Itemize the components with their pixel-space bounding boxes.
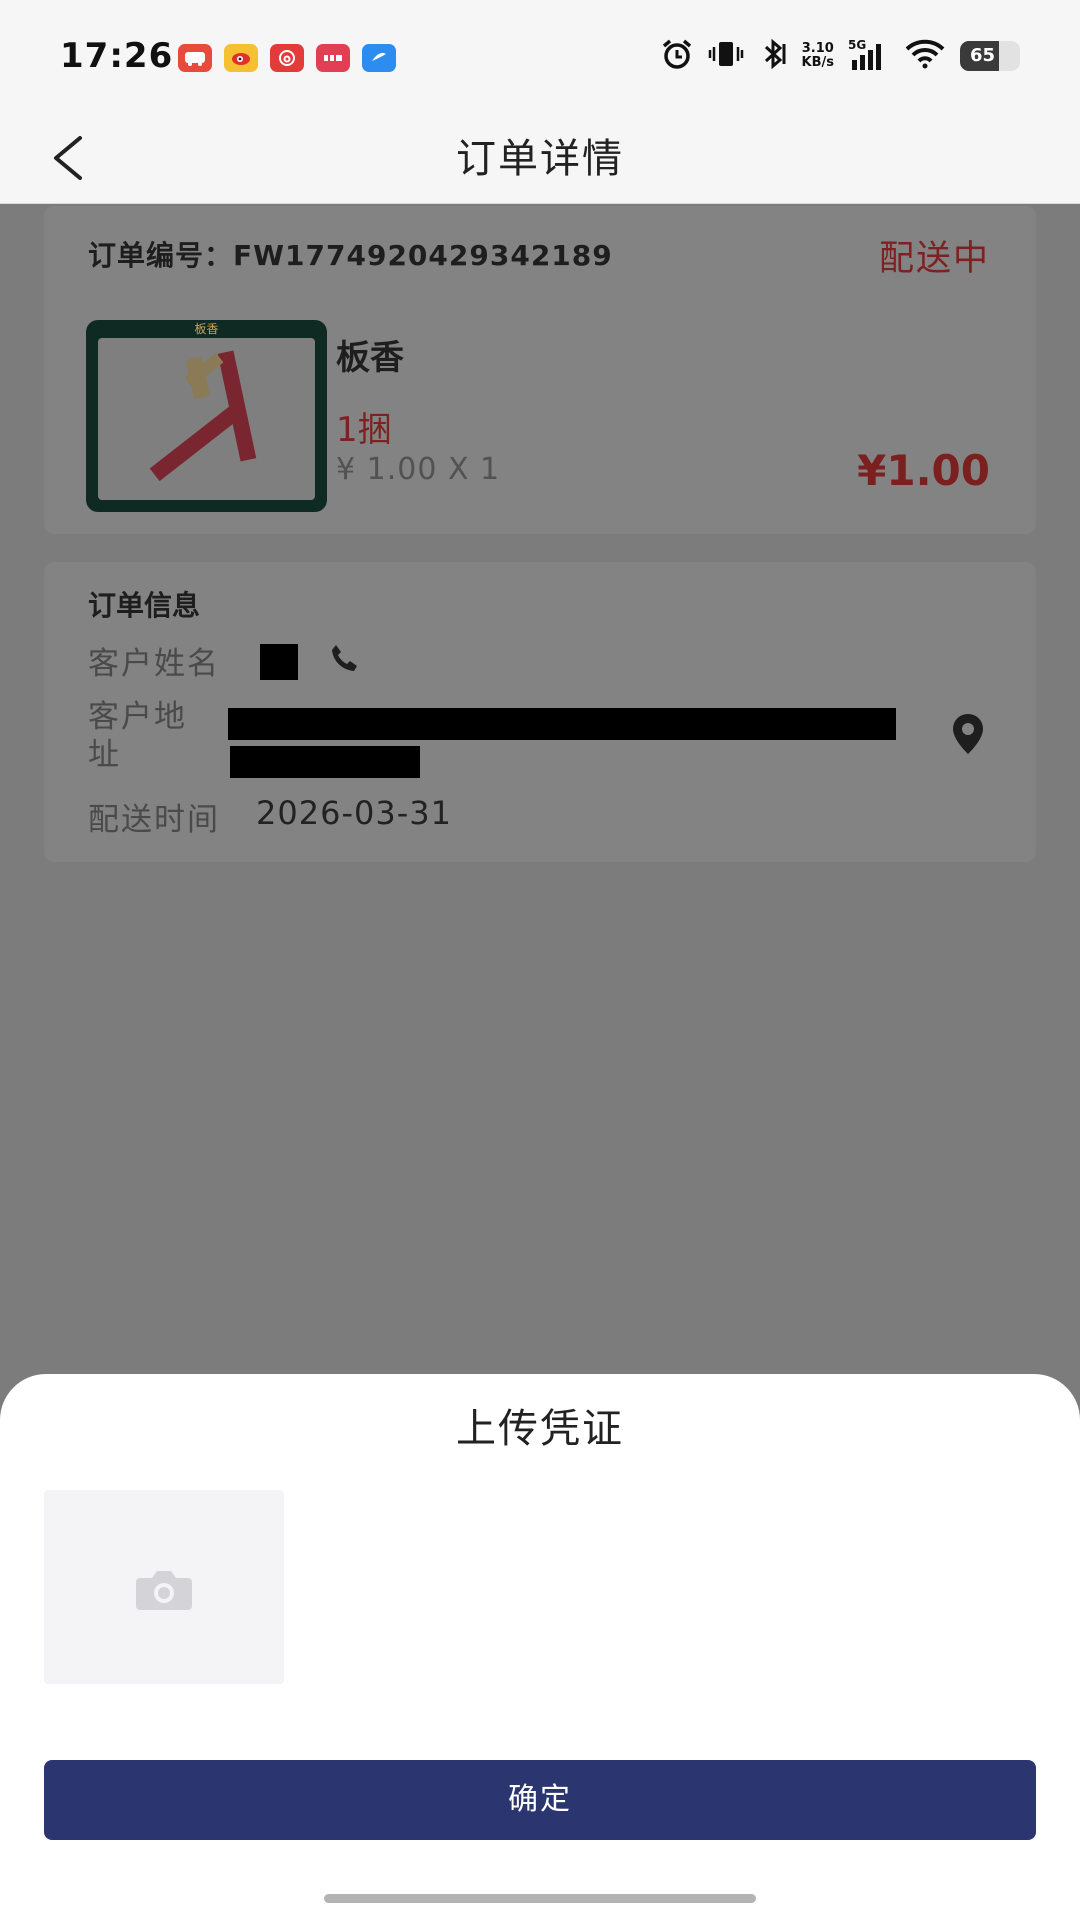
network-speed-unit: KB/s	[801, 55, 834, 70]
customer-address-redacted-line-1	[228, 708, 896, 740]
customer-name-label: 客户姓名	[88, 646, 220, 682]
order-number-label: 订单编号：	[88, 239, 234, 272]
news-app-icon	[316, 44, 350, 72]
phone-icon[interactable]	[328, 642, 362, 676]
system-icons: 3.10 KB/s 5G 65	[660, 38, 1020, 74]
vibrate-icon	[708, 39, 744, 73]
customer-address-label: 客户地址	[88, 699, 187, 773]
order-number: 订单编号：FW1774920429342189	[88, 234, 613, 274]
home-indicator[interactable]	[324, 1894, 756, 1903]
notification-icons	[178, 44, 396, 72]
sheet-title: 上传凭证	[456, 1406, 624, 1452]
thumbnail-label: 板香	[194, 322, 219, 336]
product-thumbnail[interactable]: 板香	[86, 320, 327, 512]
product-unit-price-qty: ¥ 1.00 X 1	[336, 452, 501, 487]
confirm-button[interactable]: 确定	[44, 1760, 1036, 1840]
camera-icon	[136, 1571, 192, 1610]
order-summary-card: 订单编号：FW1774920429342189 配送中 板香 板香 1捆 ¥ 1…	[44, 206, 1036, 534]
customer-address-redacted-line-2	[230, 746, 420, 778]
location-pin-icon[interactable]	[950, 712, 986, 756]
bluetooth-icon	[758, 38, 788, 74]
travel-app-icon	[178, 44, 212, 72]
network-speed: 3.10 KB/s	[802, 42, 834, 70]
navigation-header: 订单详情	[0, 112, 1080, 204]
status-bar: 17:26 3.10 KB/s 5G 65	[0, 0, 1080, 112]
page-title: 订单详情	[456, 136, 624, 182]
weibo-icon	[224, 44, 258, 72]
product-spec: 1捆	[336, 410, 392, 450]
browser-app-icon	[362, 44, 396, 72]
product-name: 板香	[336, 338, 404, 378]
status-time: 17:26	[60, 36, 174, 76]
delivery-time-label: 配送时间	[88, 802, 220, 838]
netease-music-icon	[270, 44, 304, 72]
upload-image-box[interactable]	[44, 1490, 284, 1684]
network-speed-value: 3.10	[801, 41, 834, 56]
order-status: 配送中	[878, 239, 990, 279]
wifi-icon	[904, 38, 946, 74]
order-number-value: FW1774920429342189	[233, 239, 613, 272]
delivery-time-value: 2026-03-31	[256, 794, 452, 832]
order-info-card: 订单信息 客户姓名 客户地址 配送时间 2026-03-31	[44, 562, 1036, 862]
order-info-title: 订单信息	[88, 589, 201, 622]
battery-level: 65	[970, 45, 996, 66]
alarm-icon	[660, 38, 694, 74]
signal-icon: 5G	[848, 38, 890, 72]
dimmed-backdrop[interactable]: 订单编号：FW1774920429342189 配送中 板香 板香 1捆 ¥ 1…	[0, 204, 1080, 1384]
upload-voucher-sheet: 上传凭证 确定	[0, 1374, 1080, 1920]
thumbnail-image	[98, 338, 315, 500]
battery-icon: 65	[960, 41, 1020, 71]
product-total-price: ¥1.00	[857, 446, 990, 495]
customer-name-redacted	[260, 644, 298, 680]
